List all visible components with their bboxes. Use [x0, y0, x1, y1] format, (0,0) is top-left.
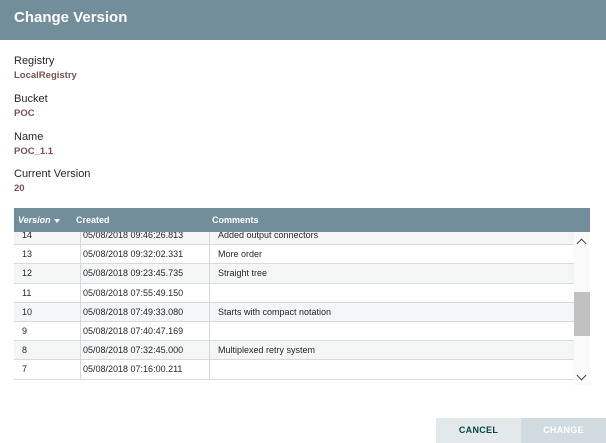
created-cell: 05/08/2018 07:55:49.150 — [80, 283, 208, 303]
version-cell: 8 — [22, 345, 28, 356]
comments-cell — [209, 283, 574, 303]
registry-label: Registry — [14, 55, 55, 67]
current-version-value: 20 — [14, 183, 25, 194]
bucket-field: Bucket POC — [14, 93, 48, 120]
bucket-value: POC — [14, 108, 35, 119]
table-row[interactable]: 9 05/08/2018 07:40:47.169 — [14, 321, 574, 342]
table-scrollbar[interactable] — [574, 232, 590, 385]
cancel-button[interactable]: CANCEL — [436, 418, 521, 443]
version-cell: 13 — [22, 249, 33, 260]
version-cell: 7 — [22, 364, 28, 375]
name-field: Name POC_1.1 — [14, 131, 53, 158]
table-header: Version Created Comments — [14, 208, 590, 232]
version-cell: 9 — [22, 325, 28, 336]
version-cell: 12 — [22, 268, 33, 279]
column-header-version[interactable]: Version — [18, 215, 60, 226]
registry-value: LocalRegistry — [14, 70, 77, 81]
table-row[interactable]: 14 05/08/2018 09:46:26.813 Added output … — [14, 232, 574, 246]
sort-descending-icon — [53, 218, 60, 223]
bucket-label: Bucket — [14, 93, 48, 105]
created-cell: 05/08/2018 09:46:26.813 — [80, 232, 208, 245]
versions-table: Version Created Comments 14 05/08/2018 0… — [14, 208, 590, 385]
created-cell: 05/08/2018 07:16:00.211 — [80, 360, 208, 380]
created-cell: 05/08/2018 09:32:02.331 — [80, 245, 208, 265]
comments-cell — [209, 360, 574, 380]
scroll-down-icon[interactable] — [574, 370, 590, 384]
registry-field: Registry LocalRegistry — [14, 55, 77, 82]
column-header-comments[interactable]: Comments — [212, 215, 259, 226]
dialog-header: Change Version — [0, 0, 606, 40]
table-body: 14 05/08/2018 09:46:26.813 Added output … — [14, 232, 574, 385]
table-row[interactable]: 8 05/08/2018 07:32:45.000 Multiplexed re… — [14, 341, 574, 361]
current-version-field: Current Version 20 — [14, 168, 90, 195]
version-cell: 11 — [22, 287, 32, 298]
name-label: Name — [14, 131, 44, 143]
comments-cell: Straight tree — [209, 264, 574, 284]
dialog-title: Change Version — [14, 9, 128, 26]
version-cell: 10 — [22, 306, 33, 317]
created-cell: 05/08/2018 09:23:45.735 — [80, 264, 208, 284]
created-cell: 05/08/2018 07:40:47.169 — [80, 321, 208, 341]
comments-cell: Multiplexed retry system — [209, 341, 574, 361]
created-cell: 05/08/2018 07:49:33.080 — [80, 302, 208, 322]
current-version-label: Current Version — [14, 168, 91, 180]
comments-cell: Added output connectors — [209, 232, 574, 245]
scrollbar-thumb[interactable] — [574, 292, 590, 336]
comments-cell: More order — [209, 245, 574, 265]
scroll-up-icon[interactable] — [574, 234, 590, 249]
table-row[interactable]: 12 05/08/2018 09:23:45.735 Straight tree — [14, 264, 574, 284]
version-cell: 14 — [22, 232, 33, 240]
created-cell: 05/08/2018 07:32:45.000 — [80, 341, 208, 361]
table-row[interactable]: 7 05/08/2018 07:16:00.211 — [14, 360, 574, 380]
table-row[interactable]: 13 05/08/2018 09:32:02.331 More order — [14, 245, 574, 265]
table-row[interactable]: 10 05/08/2018 07:49:33.080 Starts with c… — [14, 302, 574, 322]
name-value: POC_1.1 — [14, 146, 54, 157]
comments-cell: Starts with compact notation — [209, 302, 574, 322]
comments-cell — [209, 321, 574, 341]
column-header-created[interactable]: Created — [76, 215, 110, 226]
change-button[interactable]: CHANGE — [521, 418, 606, 443]
table-row[interactable]: 11 05/08/2018 07:55:49.150 — [14, 283, 574, 303]
column-header-version-label: Version — [18, 215, 51, 225]
